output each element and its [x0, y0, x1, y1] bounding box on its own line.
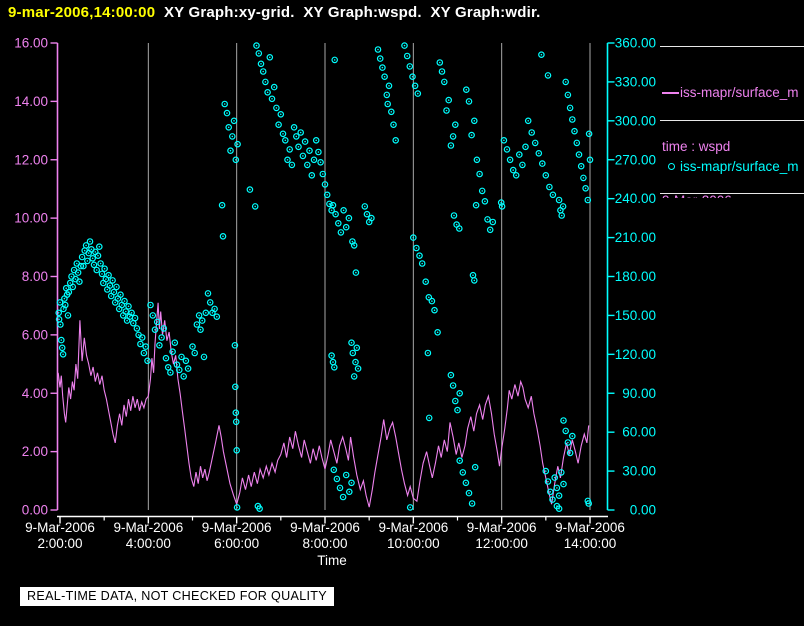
- svg-text:120.00: 120.00: [615, 347, 656, 362]
- svg-text:9-Mar-2006: 9-Mar-2006: [290, 520, 360, 535]
- svg-text:2:00:00: 2:00:00: [37, 536, 82, 551]
- grid-lines: [147, 43, 591, 510]
- svg-text:330.00: 330.00: [615, 74, 656, 89]
- svg-text:150.00: 150.00: [615, 308, 656, 323]
- right-axis-wdir: 360.00 330.00 300.00 270.00 240.00 210.00 180.…: [606, 36, 656, 518]
- svg-text:6:00:00: 6:00:00: [214, 536, 259, 551]
- left-axis-wspd: 16.00 14.00 12.00 10.00 8.00 6.00 4.00 2.00 0.00: [14, 36, 59, 518]
- svg-text:10.00: 10.00: [14, 211, 48, 226]
- xy-graph-window: 9-mar-2006,14:00:00 XY Graph:xy-grid. XY…: [0, 0, 804, 626]
- quality-disclaimer: REAL-TIME DATA, NOT CHECKED FOR QUALITY: [20, 587, 334, 606]
- wdir-scatter-series: [55, 42, 594, 513]
- svg-text:Time: Time: [317, 553, 347, 568]
- svg-text:360.00: 360.00: [615, 36, 656, 51]
- svg-text:8.00: 8.00: [22, 269, 48, 284]
- legend-separator-top: [660, 46, 804, 47]
- legend-separator-middle: [660, 120, 804, 121]
- x-axis: 9-Mar-20062:00:009-Mar-20064:00:009-Mar-…: [25, 515, 625, 568]
- svg-text:0.00: 0.00: [22, 503, 48, 518]
- svg-text:60.00: 60.00: [622, 425, 656, 440]
- svg-text:0.00: 0.00: [630, 503, 656, 518]
- svg-text:4:00:00: 4:00:00: [126, 536, 171, 551]
- wdir-source-label: iss-mapr/surface_m: [680, 159, 799, 174]
- svg-text:9-Mar-2006: 9-Mar-2006: [378, 520, 448, 535]
- wspd-line-sample-icon: [662, 92, 679, 95]
- svg-text:9-Mar-2006: 9-Mar-2006: [202, 520, 272, 535]
- svg-text:14:00:00: 14:00:00: [564, 536, 617, 551]
- svg-text:8:00:00: 8:00:00: [302, 536, 347, 551]
- svg-text:9-Mar-2006: 9-Mar-2006: [467, 520, 537, 535]
- svg-text:4.00: 4.00: [22, 386, 48, 401]
- svg-text:6.00: 6.00: [22, 327, 48, 342]
- svg-text:16.00: 16.00: [14, 36, 48, 51]
- legend-panel: iss-mapr/surface_m time : wspd 9-Mar-200…: [660, 38, 804, 198]
- legend-separator-bottom: [660, 193, 804, 194]
- wspd-line-series: [57, 302, 590, 508]
- svg-text:9-Mar-2006: 9-Mar-2006: [555, 520, 625, 535]
- svg-text:210.00: 210.00: [615, 230, 656, 245]
- svg-text:2.00: 2.00: [22, 444, 48, 459]
- legend-entry-wdir: iss-mapr/surface_m time : wdir 9-Mar-200…: [662, 122, 804, 198]
- svg-text:30.00: 30.00: [622, 464, 656, 479]
- svg-text:14.00: 14.00: [14, 94, 48, 109]
- svg-text:180.00: 180.00: [615, 269, 656, 284]
- svg-text:270.00: 270.00: [615, 152, 656, 167]
- svg-text:240.00: 240.00: [615, 191, 656, 206]
- wspd-source-label: iss-mapr/surface_m: [680, 85, 799, 100]
- svg-text:90.00: 90.00: [622, 386, 656, 401]
- svg-text:300.00: 300.00: [615, 113, 656, 128]
- svg-text:9-Mar-2006: 9-Mar-2006: [25, 520, 95, 535]
- svg-text:12.00: 12.00: [14, 152, 48, 167]
- svg-text:9-Mar-2006: 9-Mar-2006: [113, 520, 183, 535]
- svg-text:10:00:00: 10:00:00: [387, 536, 440, 551]
- wdir-point-sample-icon: [668, 162, 675, 170]
- svg-text:12:00:00: 12:00:00: [475, 536, 528, 551]
